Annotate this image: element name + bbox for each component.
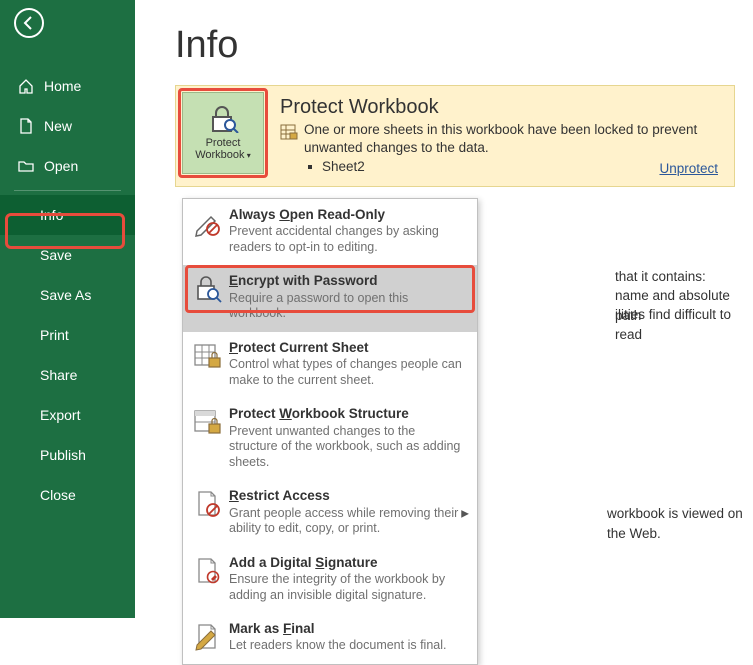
nav-label: Save As [40,287,91,303]
protect-workbook-button[interactable]: ProtectWorkbook ▾ [182,92,264,174]
nav-separator [14,190,121,191]
nav-share[interactable]: Share [0,355,135,395]
arrow-left-icon [21,15,37,31]
locked-sheet-item: Sheet2 [308,159,720,174]
backstage-sidebar: Home New Open Info Save Save As Print Sh… [0,0,135,618]
unprotect-link[interactable]: Unprotect [659,161,718,176]
new-icon [18,118,34,134]
mark-final-icon [193,623,223,651]
nav-label: Save [40,247,72,263]
dd-encrypt-with-password[interactable]: Encrypt with Password Require a password … [183,265,477,331]
dd-title: Protect Workbook Structure [229,406,467,422]
sheet-name: Sheet2 [322,159,365,174]
encrypt-icon [193,275,223,303]
dd-mark-as-final[interactable]: Mark as FinalLet readers know the docume… [183,613,477,664]
dd-title: Encrypt with Password [229,273,467,289]
nav-publish[interactable]: Publish [0,435,135,475]
nav-label: Info [40,207,63,223]
btn-label: Protect [206,137,241,149]
bg-text: that it contains: [615,267,706,287]
restrict-access-icon [193,490,223,518]
bg-text: workbook is viewed on the Web. [607,504,753,545]
chevron-right-icon: ▶ [461,508,469,519]
dd-title: Mark as Final [229,621,467,637]
page-title: Info [175,24,753,67]
nav-info[interactable]: Info [0,195,135,235]
dd-protect-workbook-structure[interactable]: Protect Workbook Structure Prevent unwant… [183,398,477,480]
nav-label: Export [40,407,80,423]
sheet-lock-icon [280,123,298,146]
dd-desc: Prevent accidental changes by asking rea… [229,224,467,255]
nav-open[interactable]: Open [0,146,135,186]
bullet-icon [308,165,312,169]
chevron-down-icon: ▾ [245,151,251,160]
dd-desc: Grant people access while removing their… [229,506,467,537]
panel-message: One or more sheets in this workbook have… [304,121,720,157]
panel-title: Protect Workbook [280,96,720,119]
home-icon [18,78,34,94]
dd-title: Add a Digital Signature [229,555,467,571]
nav-label: Close [40,487,76,503]
protect-structure-icon [193,408,223,436]
nav-new[interactable]: New [0,106,135,146]
nav-export[interactable]: Export [0,395,135,435]
dd-title: Restrict Access [229,488,467,504]
nav-label: Publish [40,447,86,463]
nav-label: Home [44,78,81,94]
protect-workbook-panel: ProtectWorkbook ▾ Protect Workbook One o… [175,85,735,187]
dd-always-open-readonly[interactable]: Always Open Read-OnlyPrevent accidental … [183,199,477,265]
nav-save-as[interactable]: Save As [0,275,135,315]
btn-label: Workbook [195,149,244,161]
protect-workbook-dropdown: Always Open Read-OnlyPrevent accidental … [182,198,478,665]
nav-print[interactable]: Print [0,315,135,355]
nav-label: Print [40,327,69,343]
nav-label: Open [44,158,78,174]
dd-desc: Prevent unwanted changes to the structur… [229,424,467,471]
bg-text: ilities find difficult to read [615,305,753,346]
dd-desc: Control what types of changes people can… [229,357,467,388]
readonly-icon [193,209,223,237]
dd-protect-current-sheet[interactable]: Protect Current SheetControl what types … [183,332,477,398]
nav-label: Share [40,367,77,383]
back-button[interactable] [14,8,44,38]
nav-close[interactable]: Close [0,475,135,515]
nav-save[interactable]: Save [0,235,135,275]
dd-title: Protect Current Sheet [229,340,467,356]
dd-restrict-access[interactable]: Restrict Access Grant people access while… [183,480,477,546]
nav-home[interactable]: Home [0,66,135,106]
dd-add-digital-signature[interactable]: Add a Digital SignatureEnsure the integr… [183,547,477,613]
dd-title: Always Open Read-Only [229,207,467,223]
dd-desc: Ensure the integrity of the workbook by … [229,572,467,603]
dd-desc: Require a password to open this workbook… [229,291,467,322]
signature-icon [193,557,223,585]
lock-search-icon [206,105,240,133]
nav-label: New [44,118,72,134]
open-icon [18,158,34,174]
dd-desc: Let readers know the document is final. [229,638,467,654]
protect-sheet-icon [193,342,223,370]
